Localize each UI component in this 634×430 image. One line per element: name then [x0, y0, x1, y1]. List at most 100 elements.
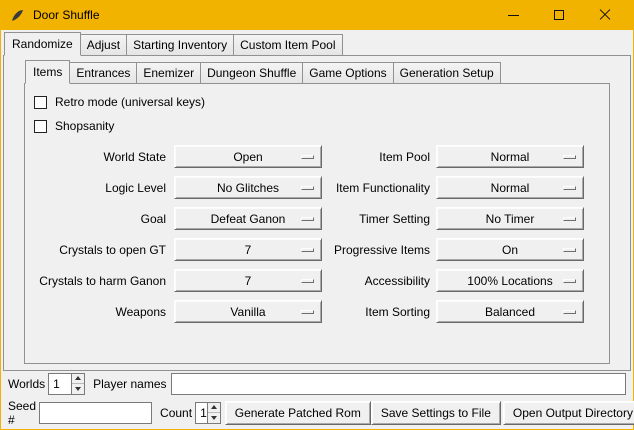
titlebar: Door Shuffle [0, 0, 634, 30]
maximize-button[interactable] [536, 0, 582, 30]
dropdown-goal[interactable]: Defeat Ganon [174, 207, 322, 230]
dropdown-value: 7 [245, 243, 252, 257]
close-icon [599, 9, 611, 21]
randomize-pane: Items Entrances Enemizer Dungeon Shuffle… [3, 55, 631, 371]
minimize-button[interactable] [490, 0, 536, 30]
count-stepper-up[interactable] [208, 403, 220, 414]
tab-game-options[interactable]: Game Options [302, 62, 393, 84]
open-output-directory-button[interactable]: Open Output Directory [503, 401, 634, 425]
dropdown-value: Balanced [485, 305, 535, 319]
tab-starting-inventory[interactable]: Starting Inventory [126, 34, 234, 56]
dropdown-indicator-icon [563, 310, 576, 314]
tab-adjust[interactable]: Adjust [80, 34, 127, 56]
checkbox-row-retro-mode[interactable]: Retro mode (universal keys) [32, 90, 604, 114]
arrow-down-icon [75, 387, 81, 391]
crystals-harm-ganon-label: Crystals to harm Ganon [32, 274, 166, 288]
dropdown-accessibility[interactable]: 100% Locations [436, 269, 584, 292]
player-names-label: Player names [93, 377, 166, 391]
arrow-up-icon [211, 405, 217, 409]
worlds-row: Worlds 1 Player names [1, 371, 633, 396]
goal-label: Goal [32, 212, 166, 226]
dropdown-weapons[interactable]: Vanilla [174, 300, 322, 323]
spinner-arrows [71, 374, 84, 394]
retro-mode-label: Retro mode (universal keys) [55, 95, 205, 109]
dropdown-item-functionality[interactable]: Normal [436, 176, 584, 199]
dropdown-value: On [502, 243, 518, 257]
dropdown-crystals-harm-ganon[interactable]: 7 [174, 269, 322, 292]
count-label: Count [160, 406, 192, 420]
seed-row: Seed # Count 1 Generate Patched Rom Save… [1, 400, 633, 425]
arrow-up-icon [75, 376, 81, 380]
worlds-stepper[interactable]: 1 [48, 373, 85, 395]
count-stepper-down[interactable] [208, 413, 220, 423]
tab-dungeon-shuffle[interactable]: Dungeon Shuffle [200, 62, 303, 84]
dropdown-crystals-open-gt[interactable]: 7 [174, 238, 322, 261]
option-row: World State Open Item Pool Normal [32, 141, 604, 172]
progressive-items-label: Progressive Items [330, 243, 430, 257]
accessibility-label: Accessibility [330, 274, 430, 288]
dropdown-indicator-icon [301, 186, 314, 190]
window-title: Door Shuffle [33, 8, 100, 22]
dropdown-value: No Timer [486, 212, 535, 226]
tab-entrances[interactable]: Entrances [69, 62, 137, 84]
tab-enemizer[interactable]: Enemizer [136, 62, 201, 84]
dropdown-value: 7 [245, 274, 252, 288]
option-row: Weapons Vanilla Item Sorting Balanced [32, 296, 604, 327]
option-row: Crystals to harm Ganon 7 Accessibility 1… [32, 265, 604, 296]
maximize-icon [554, 10, 564, 20]
generate-patched-rom-button[interactable]: Generate Patched Rom [225, 401, 371, 425]
crystals-open-gt-label: Crystals to open GT [32, 243, 166, 257]
option-row: Goal Defeat Ganon Timer Setting No Timer [32, 203, 604, 234]
outer-tab-bar: Randomize Adjust Starting Inventory Cust… [4, 32, 633, 56]
dropdown-indicator-icon [301, 279, 314, 283]
dropdown-value: Normal [491, 150, 530, 164]
item-pool-label: Item Pool [330, 150, 430, 164]
dropdown-indicator-icon [301, 155, 314, 159]
logic-level-label: Logic Level [32, 181, 166, 195]
dropdown-world-state[interactable]: Open [174, 145, 322, 168]
item-sorting-label: Item Sorting [330, 305, 430, 319]
dropdown-logic-level[interactable]: No Glitches [174, 176, 322, 199]
dropdown-indicator-icon [563, 248, 576, 252]
dropdown-indicator-icon [563, 186, 576, 190]
option-row: Crystals to open GT 7 Progressive Items … [32, 234, 604, 265]
inner-tab-bar: Items Entrances Enemizer Dungeon Shuffle… [25, 60, 630, 84]
dropdown-progressive-items[interactable]: On [436, 238, 584, 261]
tab-custom-item-pool[interactable]: Custom Item Pool [233, 34, 342, 56]
seed-label: Seed # [8, 399, 36, 427]
shopsanity-checkbox[interactable] [34, 120, 47, 133]
tab-randomize[interactable]: Randomize [4, 32, 81, 56]
arrow-down-icon [211, 416, 217, 420]
dropdown-value: Open [233, 150, 262, 164]
worlds-stepper-down[interactable] [72, 384, 84, 394]
dropdown-indicator-icon [301, 310, 314, 314]
option-row: Logic Level No Glitches Item Functionali… [32, 172, 604, 203]
app-icon [9, 7, 25, 23]
window-content: Randomize Adjust Starting Inventory Cust… [1, 30, 633, 429]
dropdown-indicator-icon [563, 217, 576, 221]
player-names-input[interactable] [171, 373, 627, 395]
count-stepper[interactable]: 1 [195, 402, 221, 424]
tab-generation-setup[interactable]: Generation Setup [393, 62, 501, 84]
dropdown-indicator-icon [563, 155, 576, 159]
timer-setting-label: Timer Setting [330, 212, 430, 226]
dropdown-timer-setting[interactable]: No Timer [436, 207, 584, 230]
worlds-value[interactable]: 1 [49, 374, 71, 394]
dropdown-item-pool[interactable]: Normal [436, 145, 584, 168]
retro-mode-checkbox[interactable] [34, 96, 47, 109]
shopsanity-label: Shopsanity [55, 119, 114, 133]
worlds-stepper-up[interactable] [72, 374, 84, 385]
weapons-label: Weapons [32, 305, 166, 319]
minimize-icon [508, 15, 519, 16]
dropdown-indicator-icon [563, 279, 576, 283]
world-state-label: World State [32, 150, 166, 164]
dropdown-indicator-icon [301, 217, 314, 221]
count-value[interactable]: 1 [196, 403, 207, 423]
checkbox-row-shopsanity[interactable]: Shopsanity [32, 114, 604, 138]
close-button[interactable] [582, 0, 628, 30]
dropdown-value: Vanilla [230, 305, 265, 319]
seed-input[interactable] [39, 402, 152, 424]
tab-items[interactable]: Items [25, 60, 70, 84]
dropdown-item-sorting[interactable]: Balanced [436, 300, 584, 323]
save-settings-button[interactable]: Save Settings to File [371, 401, 501, 425]
